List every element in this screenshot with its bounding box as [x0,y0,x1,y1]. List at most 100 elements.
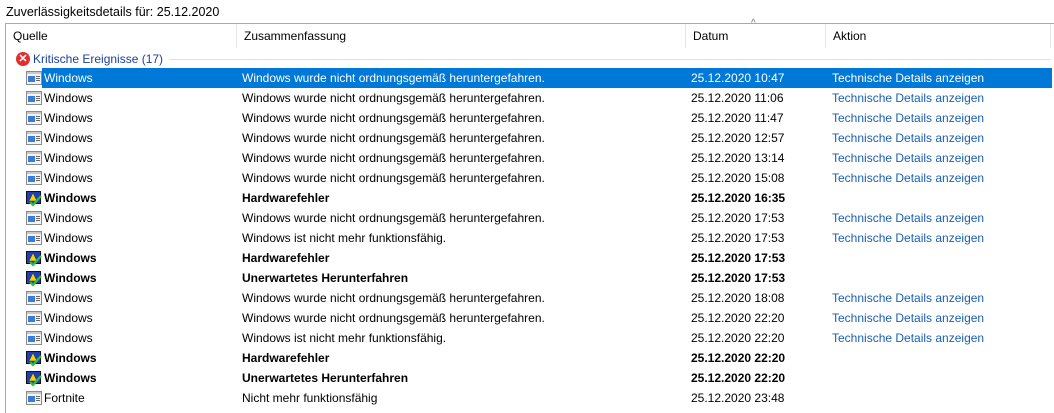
window-icon [26,131,42,145]
row-date: 25.12.2020 11:06 [691,91,784,105]
technical-details-link[interactable]: Technische Details anzeigen [832,168,984,188]
row-source: Windows [44,151,93,165]
row-summary: Windows wurde nicht ordnungsgemäß herunt… [242,311,545,325]
table-row[interactable]: Windows Windows ist nicht mehr funktionsf… [6,328,1052,348]
row-date: 25.12.2020 11:47 [691,111,784,125]
row-summary: Windows wurde nicht ordnungsgemäß herunt… [242,171,545,185]
window-icon [26,331,42,345]
row-summary: Windows wurde nicht ordnungsgemäß herunt… [242,211,545,225]
table-row[interactable]: Windows Windows ist nicht mehr funktionsf… [6,228,1052,248]
hardware-check-icon [26,251,42,267]
technical-details-link[interactable]: Technische Details anzeigen [832,68,984,88]
window-icon [26,111,42,125]
row-source: Windows [44,371,97,385]
table-row[interactable]: Windows Windows wurde nicht ordnungsgemäß… [6,108,1052,128]
row-source: Windows [44,131,93,145]
technical-details-link[interactable]: Technische Details anzeigen [832,308,984,328]
row-summary: Hardwarefehler [242,351,330,365]
technical-details-link[interactable]: Technische Details anzeigen [832,208,984,228]
error-icon: ✕ [16,52,30,66]
row-date: 25.12.2020 15:08 [691,171,785,185]
table-row[interactable]: Windows Hardwarefehler 25.12.2020 22:20 [6,348,1052,368]
row-summary: Windows wurde nicht ordnungsgemäß herunt… [242,91,545,105]
table-row[interactable]: Fortnite Nicht mehr funktionsfähig 25.12.2… [6,388,1052,408]
row-source: Windows [44,251,97,265]
row-summary: Nicht mehr funktionsfähig [242,391,378,405]
window-icon [26,311,42,325]
row-summary: Windows wurde nicht ordnungsgemäß herunt… [242,151,545,165]
row-date: 25.12.2020 12:57 [691,131,785,145]
row-summary: Hardwarefehler [242,251,330,265]
column-header-summary[interactable]: Zusammenfassung [237,24,686,48]
window-icon [26,291,42,305]
window-icon [26,171,42,185]
row-source: Windows [44,171,93,185]
row-summary: Hardwarefehler [242,191,330,205]
row-source: Windows [44,91,93,105]
hardware-check-icon [26,271,42,287]
row-date: 25.12.2020 18:08 [691,291,785,305]
row-source: Windows [44,331,93,345]
technical-details-link[interactable]: Technische Details anzeigen [832,228,984,248]
window-icon [26,231,42,245]
column-header-source[interactable]: Quelle [6,24,237,48]
row-date: 25.12.2020 10:47 [691,71,785,85]
row-summary: Windows ist nicht mehr funktionsfähig. [242,331,447,345]
list-header: Quelle Zusammenfassung Datum ^ Aktion [6,18,1054,48]
table-row[interactable]: Windows Windows wurde nicht ordnungsgemäß… [6,68,1052,88]
row-summary: Windows wurde nicht ordnungsgemäß herunt… [242,71,545,85]
window-icon [26,91,42,105]
row-date: 25.12.2020 22:20 [691,331,785,345]
row-source: Fortnite [44,391,85,405]
table-row[interactable]: Windows Hardwarefehler 25.12.2020 17:53 [6,248,1052,268]
table-row[interactable]: Windows Unerwartetes Herunterfahren 25.12.… [6,368,1052,388]
row-summary: Windows wurde nicht ordnungsgemäß herunt… [242,291,545,305]
row-date: 25.12.2020 22:20 [691,311,785,325]
row-source: Windows [44,111,93,125]
technical-details-link[interactable]: Technische Details anzeigen [832,148,984,168]
technical-details-link[interactable]: Technische Details anzeigen [832,88,984,108]
page-title: Zuverlässigkeitsdetails für: 25.12.2020 [6,5,220,19]
row-date: 25.12.2020 16:35 [691,191,786,205]
table-row[interactable]: Windows Windows wurde nicht ordnungsgemäß… [6,128,1052,148]
technical-details-link[interactable]: Technische Details anzeigen [832,108,984,128]
technical-details-link[interactable]: Technische Details anzeigen [832,128,984,148]
table-row[interactable]: Windows Windows wurde nicht ordnungsgemäß… [6,208,1052,228]
row-source: Windows [44,311,93,325]
table-row[interactable]: Windows Windows wurde nicht ordnungsgemäß… [6,308,1052,328]
column-header-action[interactable]: Aktion [826,24,1051,48]
row-source: Windows [44,71,93,85]
row-date: 25.12.2020 17:53 [691,251,786,265]
technical-details-link[interactable]: Technische Details anzeigen [832,328,984,348]
row-source: Windows [44,191,97,205]
row-date: 25.12.2020 17:53 [691,211,785,225]
row-date: 25.12.2020 23:48 [691,391,785,405]
group-label: Kritische Ereignisse (17) [33,52,164,66]
row-source: Windows [44,291,93,305]
table-row[interactable]: Windows Windows wurde nicht ordnungsgemäß… [6,148,1052,168]
events-list: Quelle Zusammenfassung Datum ^ Aktion ✕ … [5,18,1054,413]
table-row[interactable]: Windows Windows wurde nicht ordnungsgemäß… [6,88,1052,108]
window-icon [26,211,42,225]
row-summary: Unerwartetes Herunterfahren [242,371,409,385]
group-critical-events[interactable]: ✕ Kritische Ereignisse (17) [16,51,1051,67]
table-row[interactable]: Windows Hardwarefehler 25.12.2020 16:35 [6,188,1052,208]
row-summary: Windows ist nicht mehr funktionsfähig. [242,231,447,245]
hardware-check-icon [26,191,42,207]
table-row[interactable]: Windows Windows wurde nicht ordnungsgemäß… [6,288,1052,308]
hardware-check-icon [26,351,42,367]
window-icon [26,151,42,165]
row-summary: Windows wurde nicht ordnungsgemäß herunt… [242,131,545,145]
row-source: Windows [44,231,93,245]
sort-ascending-icon: ^ [751,18,756,29]
row-date: 25.12.2020 17:53 [691,271,786,285]
window-icon [26,391,42,405]
row-date: 25.12.2020 17:53 [691,231,785,245]
table-row[interactable]: Windows Unerwartetes Herunterfahren 25.12.… [6,268,1052,288]
column-header-date[interactable]: Datum [686,24,826,48]
hardware-check-icon [26,371,42,387]
row-source: Windows [44,211,93,225]
row-date: 25.12.2020 13:14 [691,151,785,165]
table-row[interactable]: Windows Windows wurde nicht ordnungsgemäß… [6,168,1052,188]
technical-details-link[interactable]: Technische Details anzeigen [832,288,984,308]
